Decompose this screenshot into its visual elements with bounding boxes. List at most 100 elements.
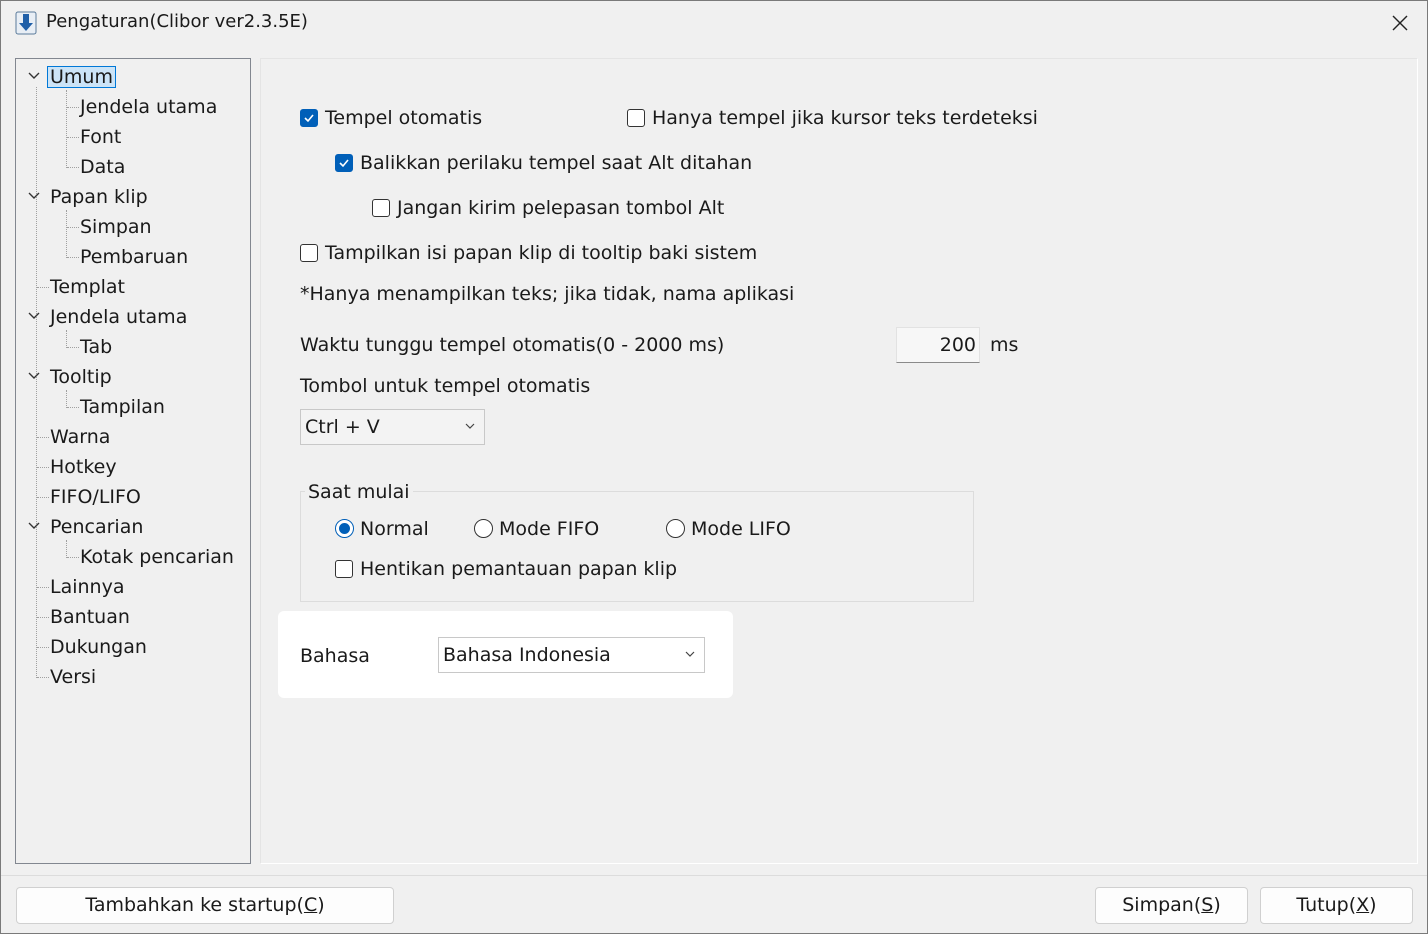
tree-item-tab[interactable]: Tab xyxy=(77,333,115,361)
startup-caption: Saat mulai xyxy=(305,481,413,503)
tree-connector xyxy=(66,210,67,258)
mode-fifo-label: Mode FIFO xyxy=(499,518,600,540)
paste-only-cursor-label: Hanya tempel jika kursor teks terdeteksi xyxy=(652,107,1038,129)
tree-item-jendela-utama-2[interactable]: Jendela utama xyxy=(47,303,190,331)
tree-item-bantuan[interactable]: Bantuan xyxy=(47,603,133,631)
button-accel-key: S xyxy=(1201,894,1214,916)
tree-connector xyxy=(66,390,67,408)
tree-item-tampilan[interactable]: Tampilan xyxy=(77,393,168,421)
tree-item-label: Umum xyxy=(47,66,116,88)
chevron-down-icon xyxy=(465,423,475,429)
auto-paste-checkbox[interactable] xyxy=(300,109,318,127)
settings-tree: Umum Jendela utama Font Data Papan klip … xyxy=(15,58,251,864)
tree-connector xyxy=(66,540,67,558)
tree-item-data[interactable]: Data xyxy=(77,153,128,181)
mode-fifo-radio[interactable] xyxy=(474,519,493,538)
tree-item-label: Templat xyxy=(50,276,126,298)
mode-lifo-label: Mode LIFO xyxy=(691,518,791,540)
tree-item-label: Jendela utama xyxy=(80,96,218,118)
tree-item-label: Papan klip xyxy=(50,186,148,208)
tree-item-label: Data xyxy=(80,156,126,178)
paste-only-cursor-checkbox[interactable] xyxy=(627,109,645,127)
tree-item-umum[interactable]: Umum xyxy=(47,63,116,91)
save-button[interactable]: Simpan(S) xyxy=(1095,887,1248,924)
tree-item-pembaruan[interactable]: Pembaruan xyxy=(77,243,191,271)
tree-item-label: Tab xyxy=(80,336,113,358)
language-label: Bahasa xyxy=(300,645,370,667)
chevron-down-icon[interactable] xyxy=(27,519,41,533)
mode-normal-label: Normal xyxy=(360,518,429,540)
tree-item-dukungan[interactable]: Dukungan xyxy=(47,633,150,661)
tree-item-label: Jendela utama xyxy=(50,306,188,328)
bottom-separator xyxy=(1,875,1427,876)
chevron-down-icon[interactable] xyxy=(27,189,41,203)
tree-item-label: Pembaruan xyxy=(80,246,189,268)
tree-item-papan-klip[interactable]: Papan klip xyxy=(47,183,151,211)
checkmark-icon xyxy=(304,114,314,123)
add-startup-button[interactable]: Tambahkan ke startup(C) xyxy=(16,887,394,924)
close-icon xyxy=(1392,15,1408,31)
tree-item-label: Font xyxy=(80,126,122,148)
tree-item-label: Pencarian xyxy=(50,516,144,538)
tree-item-label: Tooltip xyxy=(50,366,112,388)
language-select[interactable]: Bahasa Indonesia xyxy=(438,637,705,673)
tree-item-label: Kotak pencarian xyxy=(80,546,234,568)
tooltip-note: *Hanya menampilkan teks; jika tidak, nam… xyxy=(300,283,795,305)
mode-normal-radio[interactable] xyxy=(335,519,354,538)
chevron-down-icon[interactable] xyxy=(27,309,41,323)
tree-item-warna[interactable]: Warna xyxy=(47,423,113,451)
wait-time-unit: ms xyxy=(990,334,1019,356)
window-title: Pengaturan(Clibor ver2.3.5E) xyxy=(46,11,308,32)
close-button[interactable]: Tutup(X) xyxy=(1260,887,1413,924)
tree-item-label: Lainnya xyxy=(50,576,125,598)
tree-item-templat[interactable]: Templat xyxy=(47,273,128,301)
close-window-button[interactable] xyxy=(1373,1,1427,45)
button-text-end: ) xyxy=(1213,894,1221,916)
settings-panel xyxy=(260,58,1418,864)
stop-monitor-checkbox[interactable] xyxy=(335,560,353,578)
button-text: Simpan( xyxy=(1122,894,1202,916)
tree-item-label: Bantuan xyxy=(50,606,130,628)
tree-item-pencarian[interactable]: Pencarian xyxy=(47,513,146,541)
paste-key-value: Ctrl + V xyxy=(305,416,380,438)
tree-item-font[interactable]: Font xyxy=(77,123,124,151)
tree-item-hotkey[interactable]: Hotkey xyxy=(47,453,120,481)
startup-groupbox xyxy=(300,491,974,602)
tree-item-label: Warna xyxy=(50,426,111,448)
tree-item-kotak-pencarian[interactable]: Kotak pencarian xyxy=(77,543,237,571)
mode-lifo-radio[interactable] xyxy=(666,519,685,538)
tree-item-label: Simpan xyxy=(80,216,152,238)
paste-key-select[interactable]: Ctrl + V xyxy=(300,409,485,445)
tray-tooltip-checkbox[interactable] xyxy=(300,244,318,262)
tree-item-jendela-utama[interactable]: Jendela utama xyxy=(77,93,220,121)
button-text: Tutup( xyxy=(1296,894,1357,916)
chevron-down-icon[interactable] xyxy=(27,369,41,383)
chevron-down-icon xyxy=(685,651,695,657)
language-value: Bahasa Indonesia xyxy=(443,644,611,666)
paste-key-label: Tombol untuk tempel otomatis xyxy=(300,375,591,397)
tree-item-label: Versi xyxy=(50,666,97,688)
wait-time-input[interactable]: 200 xyxy=(896,327,980,363)
tree-item-tooltip[interactable]: Tooltip xyxy=(47,363,115,391)
auto-paste-label: Tempel otomatis xyxy=(325,107,483,129)
tree-item-label: Hotkey xyxy=(50,456,117,478)
tree-item-lainnya[interactable]: Lainnya xyxy=(47,573,127,601)
reverse-alt-checkbox[interactable] xyxy=(335,154,353,172)
tree-item-simpan[interactable]: Simpan xyxy=(77,213,155,241)
stop-monitor-label: Hentikan pemantauan papan klip xyxy=(360,558,678,580)
tree-item-label: FIFO/LIFO xyxy=(50,486,141,508)
button-accel-key: C xyxy=(303,894,318,916)
tree-item-versi[interactable]: Versi xyxy=(47,663,99,691)
button-text: Tambahkan ke startup( xyxy=(85,894,304,916)
reverse-alt-label: Balikkan perilaku tempel saat Alt ditaha… xyxy=(360,152,753,174)
no-alt-release-checkbox[interactable] xyxy=(372,199,390,217)
tree-item-fifo-lifo[interactable]: FIFO/LIFO xyxy=(47,483,144,511)
button-text-end: ) xyxy=(317,894,325,916)
tree-connector xyxy=(66,90,67,168)
chevron-down-icon[interactable] xyxy=(27,69,41,83)
tree-connector xyxy=(66,330,67,348)
app-download-icon xyxy=(15,11,37,35)
title-bar: Pengaturan(Clibor ver2.3.5E) xyxy=(1,1,1427,45)
button-text-end: ) xyxy=(1369,894,1377,916)
button-accel-key: X xyxy=(1356,894,1370,916)
